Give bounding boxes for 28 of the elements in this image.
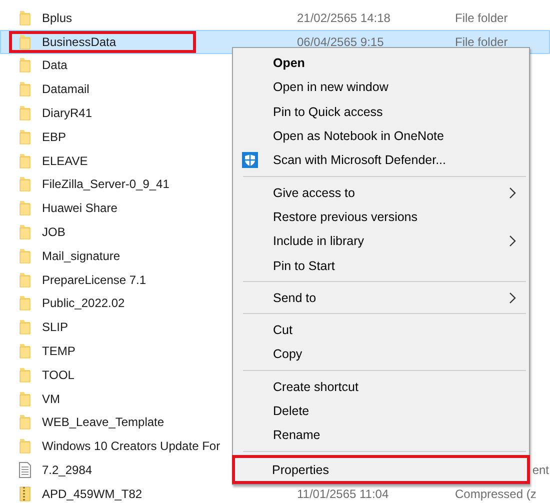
file-name: PrepareLicense 7.1 — [42, 272, 146, 287]
file-name: Bplus — [42, 10, 72, 25]
file-name: Datamail — [42, 82, 90, 96]
file-name: FileZilla_Server-0_9_41 — [42, 177, 170, 192]
file-name: ELEAVE — [42, 154, 88, 168]
file-type: ent — [532, 463, 549, 478]
file-type: File folder — [455, 34, 508, 49]
file-name: 7.2_2984 — [42, 463, 92, 478]
file-name: EBP — [42, 130, 66, 144]
file-name: TOOL — [42, 368, 74, 382]
date-modified: 21/02/2565 14:18 — [297, 10, 392, 25]
file-name: WEB_Leave_Template — [42, 415, 164, 430]
file-name: Data — [42, 58, 68, 72]
file-name: TEMP — [42, 344, 76, 358]
file-name: Mail_signature — [42, 248, 120, 263]
file-name: Public_2022.02 — [42, 296, 125, 310]
date-modified: 06/04/2565 9:15 — [297, 34, 385, 49]
file-name: DiaryR41 — [42, 106, 92, 120]
file-name: BusinessData — [42, 34, 116, 49]
file-name: Huawei Share — [42, 201, 118, 216]
file-name: JOB — [42, 225, 66, 240]
file-type: Compressed (z — [455, 486, 536, 501]
date-modified: 11/01/2565 11:04 — [297, 486, 390, 501]
file-name: APD_459WM_T82 — [42, 486, 142, 501]
file-name: Windows 10 Creators Update For — [42, 439, 220, 454]
file-name: VM — [42, 392, 60, 406]
file-type: File folder — [455, 10, 508, 25]
file-name: SLIP — [42, 320, 68, 334]
